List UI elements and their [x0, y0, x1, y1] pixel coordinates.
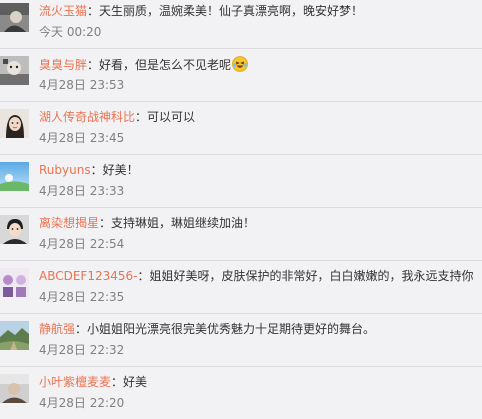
comment-text: 天生丽质，温婉柔美！仙子真漂亮啊，晚安好梦！ — [99, 4, 364, 18]
comment-username[interactable]: 流火玉猫 — [39, 4, 87, 18]
comment-username[interactable]: 小叶紫檀麦麦 — [39, 375, 111, 389]
user-avatar-icon[interactable] — [0, 321, 29, 350]
comment-item: ABCDEF123456-：姐姐好美呀，皮肤保护的非常好，白白嫩嫩的，我永远支持… — [0, 261, 482, 314]
user-avatar-icon[interactable] — [0, 215, 29, 244]
comment-line: 离染想揭星：支持琳姐，琳姐继续加油！ — [39, 215, 255, 231]
comment-line: 小叶紫檀麦麦：好美 — [39, 374, 147, 390]
comment-text: 姐姐好美呀，皮肤保护的非常好，白白嫩嫩的，我永远支持你 — [149, 269, 474, 283]
comment-item: 流火玉猫：天生丽质，温婉柔美！仙子真漂亮啊，晚安好梦！ 今天 00:20 — [0, 0, 482, 49]
comment-separator: ： — [135, 110, 148, 124]
comment-line: 臭臭与胖：好看，但是怎么不见老呢 — [39, 56, 248, 76]
comment-time: 4月28日 22:54 — [39, 237, 125, 251]
comment-item: 湖人传奇战神科比：可以可以 4月28日 23:45 — [0, 102, 482, 155]
comment-time: 4月28日 22:35 — [39, 290, 125, 304]
comment-text: 好看，但是怎么不见老呢 — [99, 58, 232, 72]
comment-time: 4月28日 23:53 — [39, 78, 125, 92]
comment-item: 臭臭与胖：好看，但是怎么不见老呢 4月28日 23:53 — [0, 49, 482, 102]
comment-separator: ： — [90, 163, 103, 177]
comment-text: 好美！ — [102, 163, 139, 177]
comment-time: 4月28日 23:33 — [39, 184, 125, 198]
user-avatar-icon[interactable] — [0, 268, 29, 297]
comment-username[interactable]: 臭臭与胖 — [39, 58, 87, 72]
user-avatar-icon[interactable] — [0, 3, 29, 32]
comment-time: 今天 00:20 — [39, 25, 102, 39]
comment-item: 离染想揭星：支持琳姐，琳姐继续加油！ 4月28日 22:54 — [0, 208, 482, 261]
comment-separator: ： — [137, 269, 150, 283]
user-avatar-icon[interactable] — [0, 56, 29, 85]
comment-username[interactable]: 湖人传奇战神科比 — [39, 110, 135, 124]
user-avatar-icon[interactable] — [0, 109, 29, 138]
comment-separator: ： — [99, 216, 112, 230]
comment-time: 4月28日 23:45 — [39, 131, 125, 145]
comment-separator: ： — [111, 375, 124, 389]
comment-item: 小叶紫檀麦麦：好美 4月28日 22:20 — [0, 367, 482, 419]
comment-line: 静航强：小姐姐阳光漂亮很完美优秀魅力十足期待更好的舞台。 — [39, 321, 375, 337]
laughing-tears-emoji-icon — [232, 56, 248, 76]
comment-text: 好美 — [123, 375, 148, 389]
comment-line: 湖人传奇战神科比：可以可以 — [39, 109, 195, 125]
comment-username[interactable]: 静航强 — [39, 322, 75, 336]
comment-username[interactable]: ABCDEF123456- — [39, 269, 137, 283]
comment-separator: ： — [87, 58, 100, 72]
comment-list: 流火玉猫：天生丽质，温婉柔美！仙子真漂亮啊，晚安好梦！ 今天 00:20 臭臭与… — [0, 0, 482, 419]
comment-line: 流火玉猫：天生丽质，温婉柔美！仙子真漂亮啊，晚安好梦！ — [39, 3, 363, 19]
user-avatar-icon[interactable] — [0, 162, 29, 191]
comment-item: 静航强：小姐姐阳光漂亮很完美优秀魅力十足期待更好的舞台。 4月28日 22:32 — [0, 314, 482, 367]
comment-separator: ： — [75, 322, 88, 336]
comment-line: ABCDEF123456-：姐姐好美呀，皮肤保护的非常好，白白嫩嫩的，我永远支持… — [39, 268, 474, 284]
comment-text: 支持琳姐，琳姐继续加油！ — [111, 216, 256, 230]
user-avatar-icon[interactable] — [0, 374, 29, 403]
comment-item: Rubyuns：好美！ 4月28日 23:33 — [0, 155, 482, 208]
comment-text: 小姐姐阳光漂亮很完美优秀魅力十足期待更好的舞台。 — [87, 322, 376, 336]
comment-username[interactable]: 离染想揭星 — [39, 216, 99, 230]
comment-separator: ： — [87, 4, 100, 18]
comment-time: 4月28日 22:32 — [39, 343, 125, 357]
comment-time: 4月28日 22:20 — [39, 396, 125, 410]
comment-line: Rubyuns：好美！ — [39, 162, 139, 178]
comment-text: 可以可以 — [147, 110, 196, 124]
comment-username[interactable]: Rubyuns — [39, 163, 91, 177]
